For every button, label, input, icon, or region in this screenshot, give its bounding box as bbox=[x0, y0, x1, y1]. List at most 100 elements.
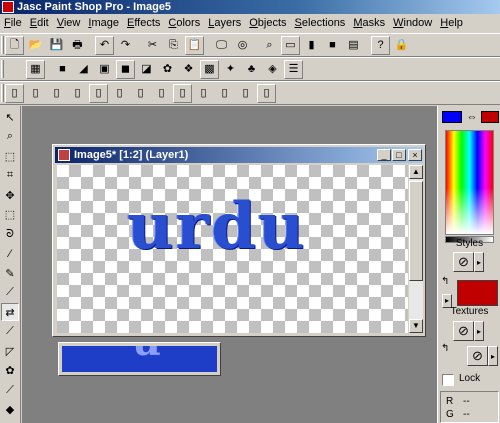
bg-texture-dropdown-button[interactable]: ▸ bbox=[488, 346, 498, 366]
cut-button[interactable]: ✂ bbox=[143, 36, 162, 55]
color-spectrum[interactable] bbox=[445, 130, 494, 235]
menu-selections[interactable]: Selections bbox=[291, 14, 350, 32]
redo-button[interactable]: ↷ bbox=[116, 36, 135, 55]
flood-fill-tool-icon[interactable]: ◆ bbox=[1, 401, 19, 419]
effect-3-button[interactable]: ◢ bbox=[74, 60, 93, 79]
effect-13-button[interactable]: ☰ bbox=[284, 60, 303, 79]
paint-brush-tool-icon[interactable]: ✎ bbox=[1, 264, 19, 282]
effect-4-button[interactable]: ▣ bbox=[95, 60, 114, 79]
mover-tool-icon[interactable]: ✥ bbox=[1, 186, 19, 204]
picture-tube-tool-icon[interactable]: ✿ bbox=[1, 362, 19, 380]
lock-checkbox[interactable] bbox=[442, 374, 454, 386]
tool-options-button[interactable]: ▭ bbox=[281, 36, 300, 55]
menu-help[interactable]: Help bbox=[436, 14, 467, 32]
effect-8-button[interactable]: ❖ bbox=[179, 60, 198, 79]
swap-colors-icon[interactable]: ⇔ bbox=[463, 110, 481, 124]
histogram-button[interactable]: ▮ bbox=[302, 36, 321, 55]
help-context-button[interactable]: ? bbox=[371, 36, 390, 55]
background-image-canvas[interactable]: u bbox=[62, 346, 217, 372]
menu-effects[interactable]: Effects bbox=[123, 14, 164, 32]
layer-8-button[interactable]: ▯ bbox=[152, 84, 171, 103]
effect-10-button[interactable]: ✦ bbox=[221, 60, 240, 79]
dropper-tool-icon[interactable]: ⁄ bbox=[1, 245, 19, 263]
app-icon[interactable] bbox=[2, 1, 14, 13]
scroll-up-button[interactable]: ▲ bbox=[409, 165, 423, 179]
minimize-button[interactable]: _ bbox=[377, 149, 391, 161]
selection-tool-icon[interactable]: ⬚ bbox=[1, 206, 19, 224]
layer-9-button[interactable]: ▯ bbox=[173, 84, 192, 103]
image-window-icon[interactable] bbox=[58, 149, 70, 161]
scroll-thumb[interactable] bbox=[409, 181, 423, 281]
menu-view[interactable]: View bbox=[53, 14, 85, 32]
effect-12-button[interactable]: ◈ bbox=[263, 60, 282, 79]
menu-edit[interactable]: Edit bbox=[26, 14, 53, 32]
layer-5-button[interactable]: ▯ bbox=[89, 84, 108, 103]
style-null-button[interactable]: ⊘ bbox=[453, 252, 474, 272]
zoom-button[interactable]: ⌕ bbox=[260, 36, 279, 55]
deform-tool-icon[interactable]: ⬚ bbox=[1, 147, 19, 165]
effect-1-button[interactable]: ▦ bbox=[26, 60, 45, 79]
vertical-scrollbar[interactable]: ▲ ▼ bbox=[409, 165, 423, 333]
menu-layers[interactable]: Layers bbox=[204, 14, 245, 32]
screen-capture-button[interactable]: 🖵 bbox=[212, 36, 231, 55]
menu-masks[interactable]: Masks bbox=[349, 14, 389, 32]
undo-button[interactable]: ↶ bbox=[95, 36, 114, 55]
copy-button[interactable]: ⎘ bbox=[164, 36, 183, 55]
layer-13-button[interactable]: ▯ bbox=[257, 84, 276, 103]
effect-11-button[interactable]: ♣ bbox=[242, 60, 261, 79]
eraser-tool-icon[interactable]: ◸ bbox=[1, 342, 19, 360]
layer-4-button[interactable]: ▯ bbox=[68, 84, 87, 103]
lock-button[interactable]: 🔒 bbox=[392, 36, 411, 55]
lasso-tool-icon[interactable]: ᘐ bbox=[1, 225, 19, 243]
effect-5-button[interactable]: ◼ bbox=[116, 60, 135, 79]
toolbar-grip[interactable] bbox=[1, 36, 4, 54]
menu-file[interactable]: File bbox=[0, 14, 26, 32]
menu-colors[interactable]: Colors bbox=[164, 14, 204, 32]
image-canvas[interactable]: urdu bbox=[57, 165, 408, 333]
background-image-window[interactable]: u bbox=[58, 342, 221, 376]
effect-9-button[interactable]: ▩ bbox=[200, 60, 219, 79]
crop-tool-icon[interactable]: ⌗ bbox=[1, 167, 19, 185]
zoom-tool-icon[interactable]: ⌕ bbox=[1, 128, 19, 146]
toolbar-grip[interactable] bbox=[1, 60, 4, 78]
retouch-tool-icon[interactable]: ⟋ bbox=[1, 323, 19, 341]
background-color-swatch[interactable] bbox=[481, 111, 499, 123]
close-button[interactable]: × bbox=[408, 149, 422, 161]
airbrush-tool-icon[interactable]: ⟋ bbox=[1, 381, 19, 399]
menu-image[interactable]: Image bbox=[84, 14, 123, 32]
effect-7-button[interactable]: ✿ bbox=[158, 60, 177, 79]
bg-texture-null-button[interactable]: ⊘ bbox=[467, 346, 488, 366]
menu-window[interactable]: Window bbox=[389, 14, 436, 32]
color-replacer-tool-icon[interactable]: ⇄ bbox=[1, 303, 19, 321]
new-button[interactable]: 🗋 bbox=[5, 36, 24, 55]
browse-button[interactable]: ◎ bbox=[233, 36, 252, 55]
layer-2-button[interactable]: ▯ bbox=[26, 84, 45, 103]
layer-palette-button[interactable]: ▤ bbox=[344, 36, 363, 55]
paste-button[interactable]: 📋 bbox=[185, 36, 204, 55]
image-window[interactable]: Image5* [1:2] (Layer1) _ □ × urdu ▲ ▼ bbox=[52, 144, 426, 337]
texture-null-button[interactable]: ⊘ bbox=[453, 321, 474, 341]
image-window-title-bar[interactable]: Image5* [1:2] (Layer1) _ □ × bbox=[55, 147, 423, 163]
toolbar-grip[interactable] bbox=[1, 84, 4, 102]
save-button[interactable]: 💾 bbox=[47, 36, 66, 55]
style-dropdown-button[interactable]: ▸ bbox=[474, 252, 484, 272]
layer-3-button[interactable]: ▯ bbox=[47, 84, 66, 103]
menu-objects[interactable]: Objects bbox=[245, 14, 290, 32]
texture-dropdown-button[interactable]: ▸ bbox=[474, 321, 484, 341]
print-button[interactable]: 🖶 bbox=[68, 36, 87, 55]
swap-style-icon[interactable]: ↰ bbox=[441, 276, 449, 287]
layer-10-button[interactable]: ▯ bbox=[194, 84, 213, 103]
layer-12-button[interactable]: ▯ bbox=[236, 84, 255, 103]
swap-texture-icon[interactable]: ↰ bbox=[441, 343, 449, 354]
effect-6-button[interactable]: ◪ bbox=[137, 60, 156, 79]
layer-6-button[interactable]: ▯ bbox=[110, 84, 129, 103]
open-button[interactable]: 📂 bbox=[26, 36, 45, 55]
scroll-down-button[interactable]: ▼ bbox=[409, 319, 423, 333]
layer-1-button[interactable]: ▯ bbox=[5, 84, 24, 103]
background-style-swatch[interactable] bbox=[457, 280, 498, 306]
effect-2-button[interactable]: ■ bbox=[53, 60, 72, 79]
color-palette-button[interactable]: ■ bbox=[323, 36, 342, 55]
layer-7-button[interactable]: ▯ bbox=[131, 84, 150, 103]
maximize-button[interactable]: □ bbox=[392, 149, 406, 161]
clone-tool-icon[interactable]: ⟋ bbox=[1, 284, 19, 302]
